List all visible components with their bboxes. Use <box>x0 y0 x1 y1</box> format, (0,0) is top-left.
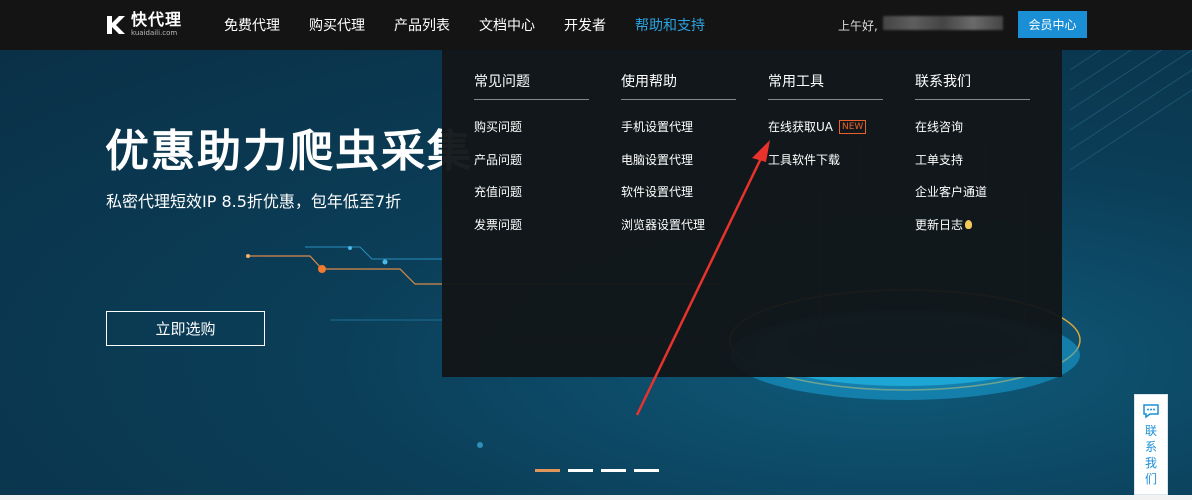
floating-contact-button[interactable]: 联系我们 <box>1134 394 1168 495</box>
col-divider <box>915 99 1030 100</box>
nav-product-list[interactable]: 产品列表 <box>394 15 450 35</box>
menu-item-online-consult[interactable]: 在线咨询 <box>915 118 963 135</box>
username-redacted <box>883 16 1003 30</box>
menu-item-purchase-faq[interactable]: 购买问题 <box>474 118 522 135</box>
logo[interactable]: 快代理 kuaidaili.com <box>105 12 182 37</box>
col-divider <box>768 99 883 100</box>
main-nav: 免费代理 购买代理 产品列表 文档中心 开发者 帮助和支持 <box>224 0 734 50</box>
logo-text: 快代理 <box>131 10 183 29</box>
menu-item-label: 更新日志 <box>915 218 964 232</box>
logo-domain: kuaidaili.com <box>131 29 178 37</box>
carousel-dot-4[interactable] <box>634 469 659 472</box>
menu-item-browser-proxy-setup[interactable]: 浏览器设置代理 <box>621 216 705 233</box>
carousel-dot-1[interactable] <box>535 469 560 472</box>
menu-item-get-ua-online[interactable]: 在线获取UA NEW <box>768 118 867 135</box>
menu-item-label: 在线获取UA <box>768 120 833 134</box>
menu-item-invoice-faq[interactable]: 发票问题 <box>474 216 522 233</box>
col-divider <box>621 99 736 100</box>
help-support-dropdown: 常见问题 购买问题 产品问题 充值问题 发票问题 使用帮助 手机设置代理 电脑设… <box>442 50 1062 377</box>
carousel-dots <box>535 469 659 472</box>
nav-docs[interactable]: 文档中心 <box>479 15 535 35</box>
page-bottom-strip <box>0 495 1192 500</box>
menu-item-recharge-faq[interactable]: 充值问题 <box>474 183 522 200</box>
menu-item-product-faq[interactable]: 产品问题 <box>474 151 522 168</box>
new-badge: NEW <box>839 119 867 134</box>
greeting-text: 上午好, <box>838 19 878 33</box>
logo-k-icon <box>107 15 125 34</box>
menu-item-tool-download[interactable]: 工具软件下载 <box>768 151 840 168</box>
top-nav-bar: 快代理 kuaidaili.com 免费代理 购买代理 产品列表 文档中心 开发… <box>0 0 1192 50</box>
floating-contact-label: 联系我们 <box>1144 424 1157 486</box>
nav-free-proxy[interactable]: 免费代理 <box>224 15 280 35</box>
hero-subtitle: 私密代理短效IP 8.5折优惠，包年低至7折 <box>106 192 402 211</box>
menu-item-enterprise-channel[interactable]: 企业客户通道 <box>915 183 987 200</box>
nav-help-support[interactable]: 帮助和支持 <box>635 15 705 35</box>
chat-bubble-icon <box>1143 404 1159 419</box>
hero-title: 优惠助力爬虫采集 <box>105 126 473 177</box>
nav-buy-proxy[interactable]: 购买代理 <box>309 15 365 35</box>
menu-item-pc-proxy-setup[interactable]: 电脑设置代理 <box>621 151 693 168</box>
carousel-dot-2[interactable] <box>568 469 593 472</box>
member-center-button[interactable]: 会员中心 <box>1018 11 1087 38</box>
col-title-usage-help: 使用帮助 <box>621 74 677 90</box>
carousel-dot-3[interactable] <box>601 469 626 472</box>
menu-item-ticket-support[interactable]: 工单支持 <box>915 151 963 168</box>
col-title-faq: 常见问题 <box>474 74 530 90</box>
menu-item-mobile-proxy-setup[interactable]: 手机设置代理 <box>621 118 693 135</box>
col-divider <box>474 99 589 100</box>
lightbulb-icon <box>965 220 973 229</box>
nav-developer[interactable]: 开发者 <box>564 15 606 35</box>
menu-item-changelog[interactable]: 更新日志 <box>915 216 973 233</box>
buy-now-button[interactable]: 立即选购 <box>106 311 265 346</box>
menu-item-software-proxy-setup[interactable]: 软件设置代理 <box>621 183 693 200</box>
col-title-contact: 联系我们 <box>915 74 971 90</box>
col-title-tools: 常用工具 <box>768 74 824 90</box>
